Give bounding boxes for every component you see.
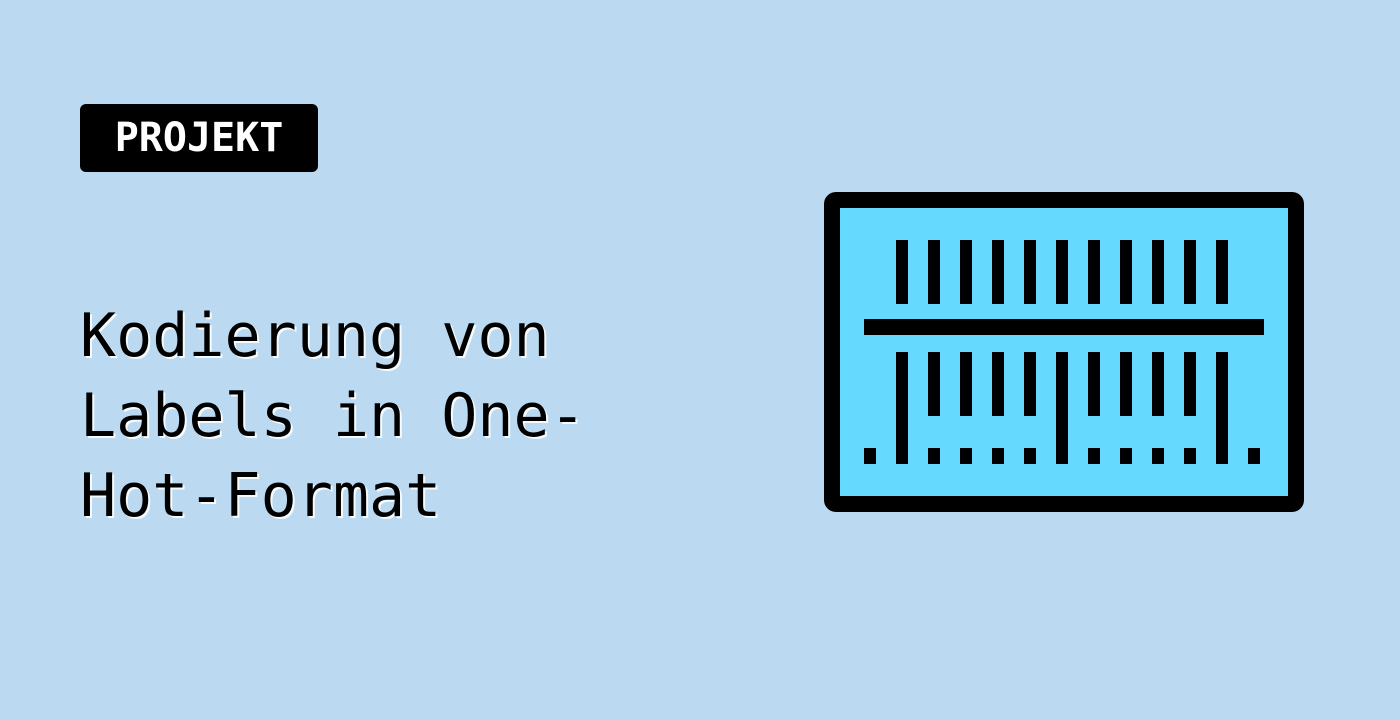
icon-top-bar: [992, 240, 1004, 304]
icon-bottom-long-bar: [1056, 352, 1068, 464]
icon-top-bar: [928, 240, 940, 304]
icon-top-bar: [960, 240, 972, 304]
page-title: Kodierung von Labels in One- Hot-Format: [80, 296, 720, 536]
icon-top-bar: [1024, 240, 1036, 304]
icon-bottom-bar: [992, 352, 1004, 416]
icon-bottom-dot: [1152, 448, 1164, 464]
icon-bottom-dot: [1248, 448, 1260, 464]
icon-top-bar: [1056, 240, 1068, 304]
icon-top-bar: [896, 240, 908, 304]
icon-bottom-bar: [1088, 352, 1100, 416]
title-line-3: Hot-Format: [80, 461, 442, 531]
icon-divider: [864, 319, 1264, 335]
icon-bottom-bar: [1152, 352, 1164, 416]
category-badge: PROJEKT: [80, 104, 318, 172]
icon-bottom-bar: [928, 352, 940, 416]
icon-bottom-bar: [1184, 352, 1196, 416]
icon-bottom-dot: [960, 448, 972, 464]
title-line-1: Kodierung von: [80, 301, 550, 371]
icon-bottom-bar: [1120, 352, 1132, 416]
icon-top-bar: [1152, 240, 1164, 304]
icon-bottom-bar: [1024, 352, 1036, 416]
icon-bottom-long-bar: [896, 352, 908, 464]
icon-top-bar: [1184, 240, 1196, 304]
icon-bottom-bar: [960, 352, 972, 416]
icon-bottom-dot: [928, 448, 940, 464]
icon-top-bar: [1216, 240, 1228, 304]
icon-top-bar: [1120, 240, 1132, 304]
icon-bottom-dot: [1088, 448, 1100, 464]
one-hot-encoding-icon: [824, 192, 1304, 512]
icon-bottom-dot: [992, 448, 1004, 464]
icon-top-bar: [1088, 240, 1100, 304]
icon-bottom-dot: [1024, 448, 1036, 464]
icon-bottom-dot: [1184, 448, 1196, 464]
icon-bottom-long-bar: [1216, 352, 1228, 464]
icon-bottom-dot: [1120, 448, 1132, 464]
icon-bottom-dot: [864, 448, 876, 464]
title-line-2: Labels in One-: [80, 381, 586, 451]
